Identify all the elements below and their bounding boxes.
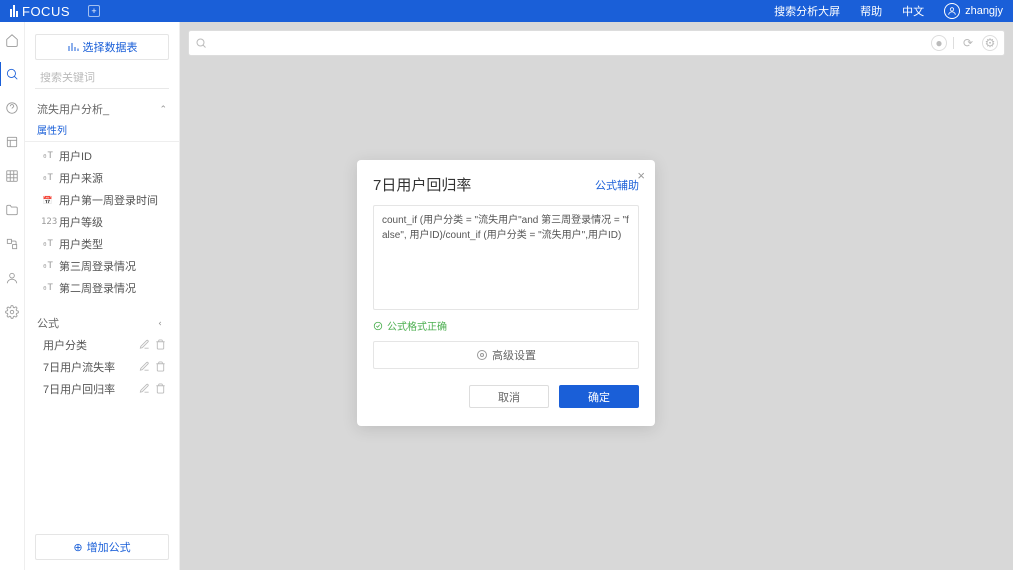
date-type-icon: 📅	[41, 196, 54, 205]
formula-item[interactable]: 7日用户回归率	[25, 378, 179, 400]
formula-input[interactable]	[373, 205, 639, 310]
column-item[interactable]: 123用户等级	[25, 211, 179, 233]
rail-search[interactable]	[4, 66, 20, 82]
column-item[interactable]: ₀T用户ID	[25, 145, 179, 167]
delete-icon[interactable]	[155, 361, 167, 373]
rail-model[interactable]	[4, 236, 20, 252]
text-type-icon: ₀T	[41, 151, 54, 161]
edit-icon[interactable]	[139, 383, 151, 395]
rail-user[interactable]	[4, 270, 20, 286]
attribute-columns-label: 属性列	[25, 120, 179, 142]
main-search-bar[interactable]: ● ⟳ ⚙	[188, 30, 1005, 56]
chevron-up-icon: ⌃	[159, 104, 167, 115]
confirm-button[interactable]: 确定	[559, 385, 639, 408]
add-formula-button[interactable]: ⊕ 增加公式	[35, 534, 169, 560]
column-item[interactable]: 📅用户第一周登录时间	[25, 189, 179, 211]
nav-help[interactable]: 帮助	[860, 3, 882, 19]
advanced-label: 高级设置	[492, 347, 536, 363]
username: zhangjy	[965, 5, 1003, 17]
plus-square-icon[interactable]: +	[88, 5, 100, 17]
sidebar: 选择数据表 流失用户分析_ ⌃ 属性列 ₀T用户ID ₀T用户来源 📅用户第一周…	[25, 22, 180, 570]
rail-data[interactable]	[4, 168, 20, 184]
record-icon[interactable]: ●	[931, 35, 947, 51]
formula-help-link[interactable]: 公式辅助	[595, 177, 639, 193]
close-icon[interactable]: ×	[637, 168, 645, 183]
delete-icon[interactable]	[155, 339, 167, 351]
table-group-header[interactable]: 流失用户分析_ ⌃	[25, 95, 179, 120]
user-menu[interactable]: zhangjy	[944, 3, 1003, 19]
sidebar-search	[35, 68, 169, 89]
modal-header: 7日用户回归率 公式辅助	[373, 174, 639, 195]
app-header: FOCUS + 搜索分析大屏 帮助 中文 zhangjy	[0, 0, 1013, 22]
formula-group-title: 公式	[37, 315, 59, 331]
rail-home[interactable]	[4, 32, 20, 48]
nav-search-screen[interactable]: 搜索分析大屏	[774, 3, 840, 19]
modal-buttons: 取消 确定	[373, 385, 639, 408]
rail-pinboard[interactable]	[4, 134, 20, 150]
formula-modal: × 7日用户回归率 公式辅助 公式格式正确 高级设置 取消 确定	[357, 160, 655, 426]
status-text: 公式格式正确	[387, 318, 447, 333]
delete-icon[interactable]	[155, 383, 167, 395]
refresh-icon[interactable]: ⟳	[960, 35, 976, 51]
settings-icon[interactable]: ⚙	[982, 35, 998, 51]
formula-item[interactable]: 用户分类	[25, 334, 179, 356]
text-type-icon: ₀T	[41, 239, 54, 249]
table-group-title: 流失用户分析_	[37, 101, 109, 117]
formula-status: 公式格式正确	[373, 318, 639, 333]
column-item[interactable]: ₀T第二周登录情况	[25, 277, 179, 299]
nav-rail	[0, 22, 25, 570]
edit-icon[interactable]	[139, 339, 151, 351]
search-actions: ● ⟳ ⚙	[931, 35, 998, 51]
text-type-icon: ₀T	[41, 173, 54, 183]
add-formula-label: 增加公式	[87, 539, 131, 555]
column-item[interactable]: ₀T用户类型	[25, 233, 179, 255]
nav-lang[interactable]: 中文	[902, 3, 924, 19]
rail-help[interactable]	[4, 100, 20, 116]
text-type-icon: ₀T	[41, 261, 54, 271]
modal-title: 7日用户回归率	[373, 174, 471, 195]
sidebar-search-input[interactable]	[40, 72, 182, 84]
text-type-icon: ₀T	[41, 283, 54, 293]
chevron-down-icon: ⌃	[158, 319, 169, 327]
advanced-settings-button[interactable]: 高级设置	[373, 341, 639, 369]
rail-settings[interactable]	[4, 304, 20, 320]
select-source-label: 选择数据表	[83, 39, 138, 55]
cancel-button[interactable]: 取消	[469, 385, 549, 408]
rail-folder[interactable]	[4, 202, 20, 218]
number-type-icon: 123	[41, 217, 54, 227]
select-data-source-button[interactable]: 选择数据表	[35, 34, 169, 60]
formula-group-header[interactable]: 公式 ⌃	[25, 309, 179, 334]
edit-icon[interactable]	[139, 361, 151, 373]
logo-text: FOCUS	[22, 4, 70, 19]
formula-item[interactable]: 7日用户流失率	[25, 356, 179, 378]
column-item[interactable]: ₀T第三周登录情况	[25, 255, 179, 277]
header-right: 搜索分析大屏 帮助 中文 zhangjy	[774, 3, 1003, 19]
logo-icon	[10, 5, 18, 17]
plus-icon: ⊕	[73, 541, 82, 554]
avatar-icon	[944, 3, 960, 19]
search-icon	[195, 37, 207, 49]
column-item[interactable]: ₀T用户来源	[25, 167, 179, 189]
